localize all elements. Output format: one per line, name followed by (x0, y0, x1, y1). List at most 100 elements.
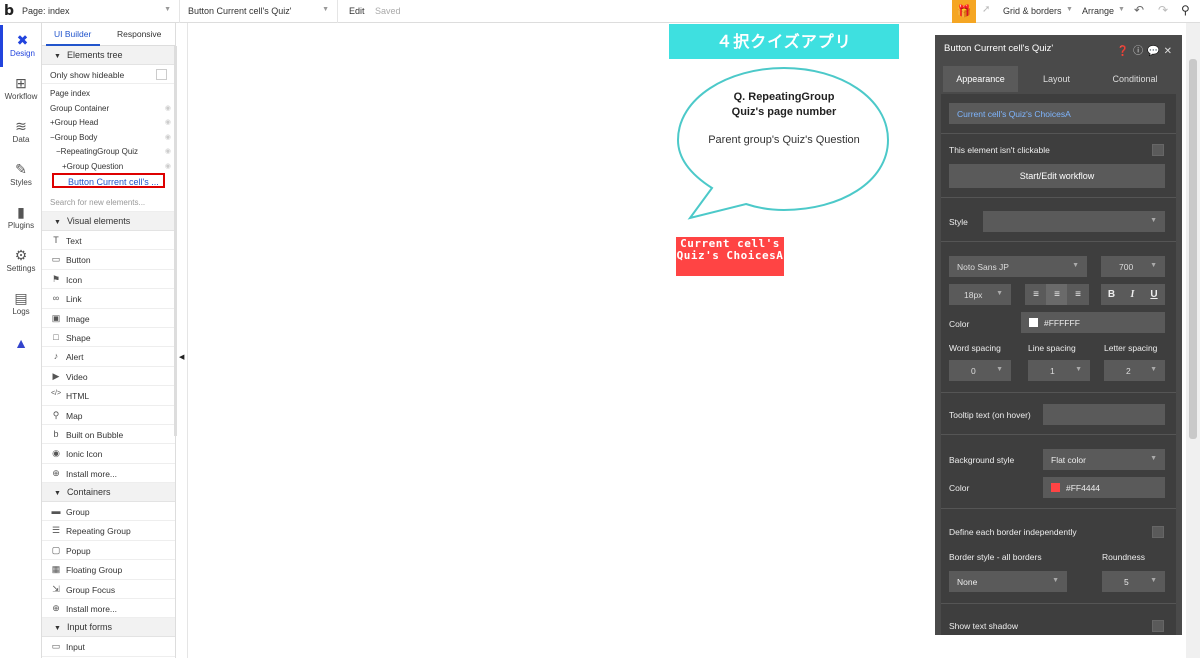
element-shape[interactable]: □ Shape (42, 328, 175, 348)
style-dropdown[interactable]: ▼ (983, 211, 1165, 232)
pointer-icon[interactable]: ➚ (982, 4, 990, 15)
install-more-containers[interactable]: ⊕ Install more... (42, 599, 175, 619)
font-size-dropdown[interactable]: 18px ▼ (949, 284, 1011, 305)
tab-appearance[interactable]: Appearance (943, 66, 1018, 92)
element-text[interactable]: T Text (42, 231, 175, 251)
tree-item[interactable]: Group Container ◉ (42, 101, 175, 116)
tree-item[interactable]: −RepeatingGroup Quiz ◉ (42, 144, 175, 159)
tab-conditional[interactable]: Conditional (1095, 66, 1175, 92)
eye-icon[interactable]: ◉ (165, 133, 171, 141)
sidebar-item-logs[interactable]: ▤ Logs (0, 283, 42, 325)
app-title-banner[interactable]: ４択クイズアプリ (669, 24, 899, 59)
element-alert[interactable]: ♪ Alert (42, 347, 175, 367)
containers-header[interactable]: ▼ Containers (42, 483, 175, 503)
tree-item-selected[interactable]: Button Current cell's ... (52, 173, 165, 188)
edit-menu[interactable]: Edit (349, 6, 365, 16)
tab-layout[interactable]: Layout (1019, 66, 1094, 92)
text-shadow-checkbox[interactable] (1152, 620, 1164, 632)
text-content-field[interactable]: Current cell's Quiz's ChoicesA (949, 103, 1165, 124)
sidebar-item-workflow[interactable]: ⊞ Workflow (0, 68, 42, 110)
font-weight-dropdown[interactable]: 700 ▼ (1101, 256, 1165, 277)
eye-icon[interactable]: ◉ (165, 118, 171, 126)
element-ionic-icon[interactable]: ◉ Ionic Icon (42, 444, 175, 464)
tooltip-input[interactable] (1043, 404, 1165, 425)
input-forms-header[interactable]: ▼ Input forms (42, 618, 175, 638)
eye-icon[interactable]: ◉ (165, 147, 171, 155)
element-image[interactable]: ▣ Image (42, 309, 175, 328)
element-floating-group[interactable]: ▦ Floating Group (42, 560, 175, 580)
only-hideable-checkbox[interactable] (156, 69, 167, 80)
element-built-on-bubble[interactable]: b Built on Bubble (42, 425, 175, 445)
start-edit-workflow-button[interactable]: Start/Edit workflow (949, 164, 1165, 188)
search-elements-input[interactable]: Search for new elements... (42, 192, 175, 212)
letter-spacing-dropdown[interactable]: 2 ▼ (1104, 360, 1165, 381)
element-group[interactable]: ▬ Group (42, 502, 175, 522)
answer-button-a[interactable]: Current cell's Quiz's ChoicesA (676, 237, 784, 276)
background-style-dropdown[interactable]: Flat color ▼ (1043, 449, 1165, 470)
element-select[interactable]: Button Current cell's Quiz' ▼ (180, 0, 338, 23)
redo-icon[interactable]: ↷ (1158, 3, 1168, 17)
font-family-dropdown[interactable]: Noto Sans JP ▼ (949, 256, 1087, 277)
info-icon[interactable]: ⓘ (1133, 46, 1147, 57)
visual-elements-header[interactable]: ▼ Visual elements (42, 212, 175, 231)
install-more-visual[interactable]: ⊕ Install more... (42, 464, 175, 484)
tree-item[interactable]: +Group Question ◉ (42, 159, 175, 174)
close-icon[interactable]: ✕ (1164, 46, 1176, 57)
tab-ui-builder[interactable]: UI Builder (54, 29, 91, 39)
panel-scrollbar[interactable] (174, 46, 177, 436)
sidebar-item-plugins[interactable]: ▮ Plugins (0, 197, 42, 239)
element-icon[interactable]: ⚑ Icon (42, 270, 175, 290)
question-text[interactable]: Q. RepeatingGroup Quiz's page number (676, 90, 892, 120)
elements-tree-header[interactable]: ▼ Elements tree (42, 46, 175, 65)
element-repeating-group[interactable]: ☰ Repeating Group (42, 521, 175, 541)
comment-icon[interactable]: 💬 (1147, 46, 1163, 57)
text-color-field[interactable]: #FFFFFF (1021, 312, 1165, 333)
align-center-icon[interactable]: ≡ (1046, 284, 1068, 305)
roundness-dropdown[interactable]: 5 ▼ (1102, 571, 1165, 592)
scrollbar-thumb[interactable] (1189, 59, 1197, 439)
align-left-icon[interactable]: ≡ (1025, 284, 1047, 305)
arrange-menu[interactable]: Arrange (1082, 6, 1114, 16)
search-icon[interactable]: ⚲ (1181, 3, 1190, 17)
bubble-logo-icon[interactable]: b (4, 3, 14, 19)
element-button[interactable]: ▭ Button (42, 250, 175, 270)
style-label: Style (949, 217, 968, 227)
tree-item[interactable]: −Group Body ◉ (42, 130, 175, 145)
border-independent-checkbox[interactable] (1152, 526, 1164, 538)
gift-icon[interactable]: 🎁 (952, 0, 976, 23)
element-html[interactable]: </> HTML (42, 386, 175, 406)
sidebar-item-bubble[interactable]: ▲ (0, 328, 42, 370)
sidebar-item-styles[interactable]: ✎ Styles (0, 154, 42, 196)
align-right-icon[interactable]: ≡ (1067, 284, 1089, 305)
underline-icon[interactable]: U (1143, 284, 1165, 305)
bold-icon[interactable]: B (1101, 284, 1122, 305)
tab-responsive[interactable]: Responsive (117, 29, 161, 39)
not-clickable-checkbox[interactable] (1152, 144, 1164, 156)
element-link[interactable]: ∞ Link (42, 289, 175, 309)
grid-borders-menu[interactable]: Grid & borders (1003, 6, 1062, 16)
eye-icon[interactable]: ◉ (165, 162, 171, 170)
eye-icon[interactable]: ◉ (165, 104, 171, 112)
italic-icon[interactable]: I (1122, 284, 1143, 305)
help-icon[interactable]: ❓ (1117, 46, 1133, 57)
background-color-field[interactable]: #FF4444 (1043, 477, 1165, 498)
page-scrollbar[interactable] (1186, 23, 1200, 658)
border-style-dropdown[interactable]: None ▼ (949, 571, 1067, 592)
tree-item[interactable]: +Group Head ◉ (42, 115, 175, 130)
sidebar-item-design[interactable]: ✖ Design (0, 25, 42, 67)
property-editor-header[interactable]: Button Current cell's Quiz' ❓ⓘ💬✕ (935, 35, 1182, 61)
page-select[interactable]: Page: index ▼ (14, 0, 180, 23)
element-video[interactable]: ▶ Video (42, 367, 175, 387)
line-spacing-dropdown[interactable]: 1 ▼ (1028, 360, 1090, 381)
element-group-focus[interactable]: ⇲ Group Focus (42, 580, 175, 600)
parent-question-text[interactable]: Parent group's Quiz's Question (676, 134, 892, 146)
element-input[interactable]: ▭ Input (42, 637, 175, 657)
element-popup[interactable]: ▢ Popup (42, 541, 175, 561)
collapse-panel-icon[interactable]: ◀ (179, 353, 184, 361)
undo-icon[interactable]: ↶ (1134, 3, 1144, 17)
element-map[interactable]: ⚲ Map (42, 406, 175, 425)
sidebar-item-data[interactable]: ≋ Data (0, 111, 42, 153)
word-spacing-dropdown[interactable]: 0 ▼ (949, 360, 1011, 381)
sidebar-item-settings[interactable]: ⚙ Settings (0, 240, 42, 282)
tree-item[interactable]: Page index (42, 86, 175, 101)
